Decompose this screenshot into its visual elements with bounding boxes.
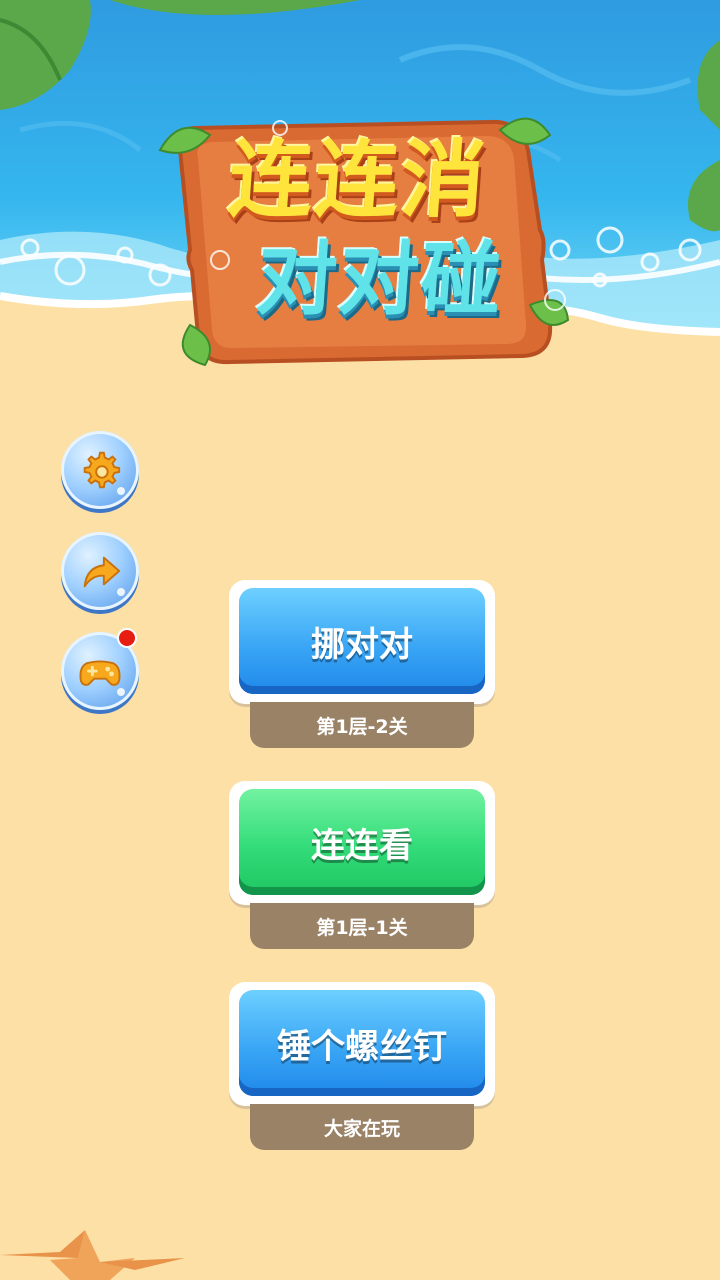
game-card-screw: 锤个螺丝钉 大家在玩 (229, 982, 495, 1150)
play-lianliankan-button[interactable]: 连连看 (229, 781, 495, 905)
share-button[interactable] (61, 532, 139, 610)
play-screw-button[interactable]: 锤个螺丝钉 (229, 982, 495, 1106)
more-games-button[interactable] (61, 630, 139, 710)
game-label: 挪对对 (239, 588, 485, 694)
level-progress: 第1层-1关 (250, 903, 474, 949)
settings-button[interactable] (61, 431, 139, 509)
logo-title-line2: 对对碰 (253, 233, 507, 326)
notification-badge (119, 630, 135, 646)
gamepad-icon (79, 660, 121, 686)
game-label: 锤个螺丝钉 (239, 990, 485, 1096)
play-nuoduidui-button[interactable]: 挪对对 (229, 580, 495, 704)
share-arrow-icon (83, 556, 121, 588)
level-progress: 第1层-2关 (250, 702, 474, 748)
logo-title-line1: 连连消 (225, 131, 491, 229)
gear-icon (83, 451, 121, 489)
game-logo: 连连消 对对碰 (150, 110, 570, 370)
game-label: 连连看 (239, 789, 485, 895)
game-card-lianliankan: 连连看 第1层-1关 (229, 781, 495, 949)
popular-tag: 大家在玩 (250, 1104, 474, 1150)
game-card-nuoduidui: 挪对对 第1层-2关 (229, 580, 495, 748)
